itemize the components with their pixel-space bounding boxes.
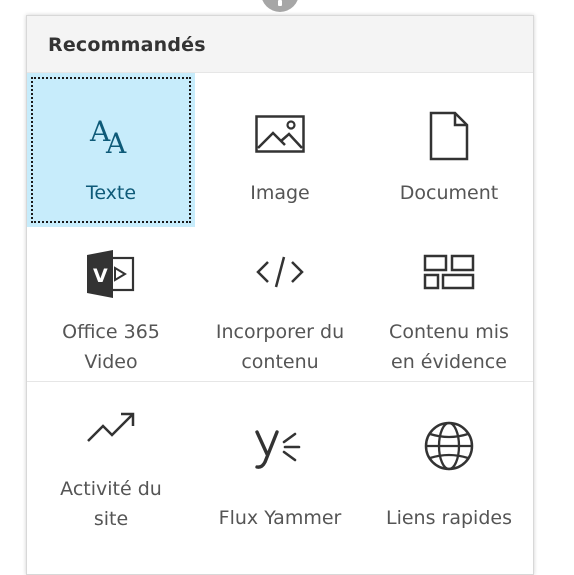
tile-label-line1: Incorporer du	[215, 321, 345, 343]
tile-label: Flux Yammer	[218, 507, 342, 529]
webpart-picker-panel: Recommandés A A Texte Image Document V O…	[26, 15, 534, 575]
tile-contenu-mis-en-evidence[interactable]: Contenu mis en évidence	[365, 227, 533, 381]
tile-label-line1: Contenu mis	[389, 321, 509, 343]
tile-label: Image	[250, 182, 310, 204]
panel-header: Recommandés	[27, 16, 533, 73]
globe-icon	[365, 420, 533, 472]
tile-label-line2: site	[93, 508, 129, 530]
tile-image[interactable]: Image	[196, 73, 364, 227]
tile-label-line2: contenu	[241, 351, 319, 373]
office-video-icon: V	[27, 249, 195, 299]
tile-label-line1: Activité du	[60, 478, 162, 500]
handle-glyph	[278, 0, 282, 6]
tile-office-365-video[interactable]: V Office 365 Video	[27, 227, 195, 381]
tile-texte[interactable]: A A Texte	[27, 73, 195, 227]
tile-label-line2: en évidence	[391, 351, 507, 373]
tile-label: Liens rapides	[386, 507, 512, 529]
panel-toggle-handle[interactable]	[261, 0, 299, 12]
site-activity-icon	[27, 410, 195, 444]
tile-label: Texte	[85, 182, 137, 204]
yammer-icon	[196, 420, 364, 470]
embed-code-icon	[196, 254, 364, 290]
highlighted-content-icon	[365, 254, 533, 290]
tile-document[interactable]: Document	[365, 73, 533, 227]
tile-activite-du-site[interactable]: Activité du site	[27, 382, 195, 552]
tile-label-line1: Office 365	[62, 321, 160, 343]
panel-title: Recommandés	[48, 34, 206, 56]
tile-label-line2: Video	[84, 351, 138, 373]
image-icon	[196, 115, 364, 153]
tile-flux-yammer[interactable]: Flux Yammer	[196, 382, 364, 552]
tile-liens-rapides[interactable]: Liens rapides	[365, 382, 533, 552]
svg-text:V: V	[93, 265, 108, 287]
svg-text:A: A	[105, 127, 127, 159]
document-icon	[365, 111, 533, 161]
text-icon: A A	[27, 113, 195, 159]
tile-incorporer-du-contenu[interactable]: Incorporer du contenu	[196, 227, 364, 381]
tile-label: Document	[399, 182, 499, 204]
